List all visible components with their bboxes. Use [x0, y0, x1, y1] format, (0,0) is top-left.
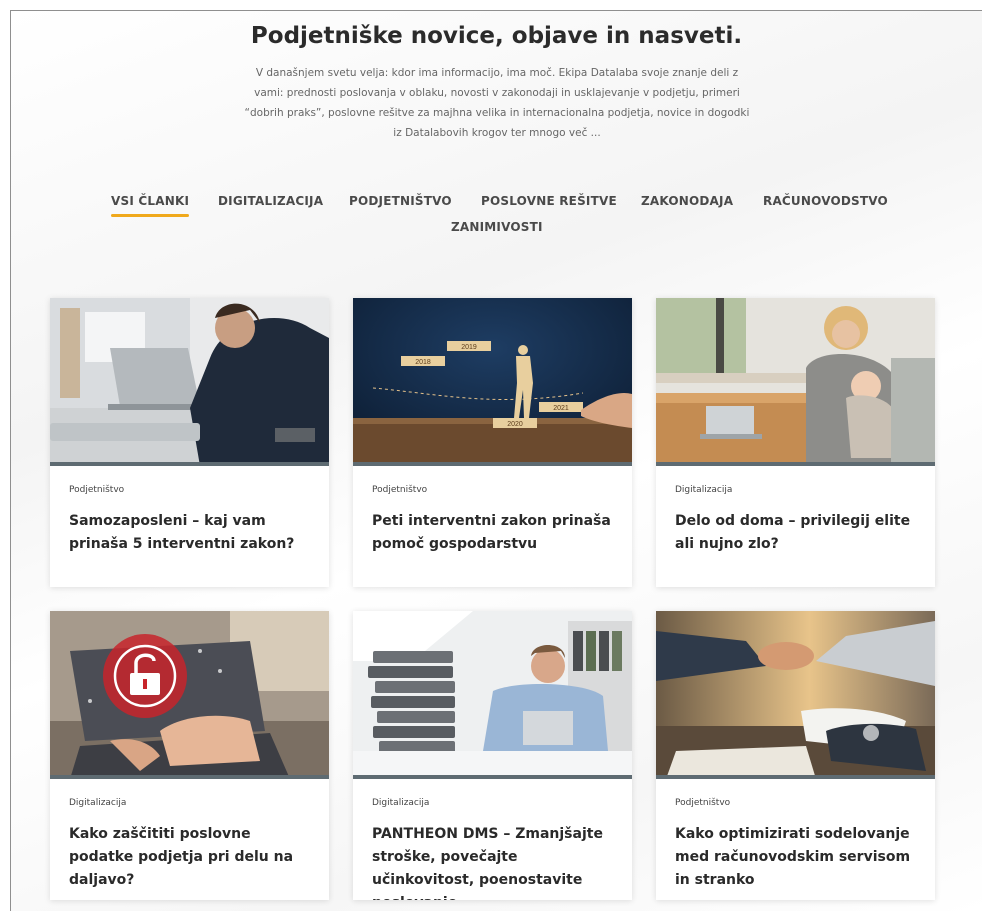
article-card[interactable]: 2018 2019 2020 2021 Podjetništvo Peti in… [353, 298, 632, 587]
article-title[interactable]: Delo od doma – privilegij elite ali nujn… [675, 510, 923, 556]
article-category: Podjetništvo [372, 485, 428, 495]
article-card[interactable]: Podjetništvo Kako optimizirati sodelovan… [656, 611, 935, 900]
article-image-handshake[interactable] [656, 611, 935, 779]
article-category: Digitalizacija [372, 798, 430, 808]
article-category: Podjetništvo [675, 798, 731, 808]
article-category: Digitalizacija [69, 798, 127, 808]
article-title[interactable]: PANTHEON DMS – Zmanjšajte stroške, poveč… [372, 823, 620, 900]
article-title[interactable]: Kako zaščititi poslovne podatke podjetja… [69, 823, 317, 892]
article-card[interactable]: Digitalizacija Delo od doma – privilegij… [656, 298, 935, 587]
tab-zanimivosti[interactable]: ZANIMIVOSTI [451, 220, 543, 234]
article-image-home-office[interactable] [656, 298, 935, 466]
tab-vsi-clanki[interactable]: VSI ČLANKI [111, 194, 190, 217]
article-title[interactable]: Peti interventni zakon prinaša pomoč gos… [372, 510, 620, 556]
step-label-2021: 2021 [553, 405, 569, 412]
step-label-2020: 2020 [507, 421, 523, 428]
step-label-2019: 2019 [461, 344, 477, 351]
tab-digitalizacija[interactable]: DIGITALIZACIJA [218, 194, 323, 208]
page-frame: Podjetniške novice, objave in nasveti. V… [10, 10, 982, 911]
article-image-binders[interactable] [353, 611, 632, 779]
tab-zakonodaja[interactable]: ZAKONODAJA [641, 194, 733, 208]
article-card[interactable]: Digitalizacija PANTHEON DMS – Zmanjšajte… [353, 611, 632, 900]
article-image-security[interactable] [50, 611, 329, 779]
article-card[interactable]: Digitalizacija Kako zaščititi poslovne p… [50, 611, 329, 900]
article-category: Digitalizacija [675, 485, 733, 495]
article-card[interactable]: Podjetništvo Samozaposleni – kaj vam pri… [50, 298, 329, 587]
article-title[interactable]: Samozaposleni – kaj vam prinaša 5 interv… [69, 510, 317, 556]
article-image-steps[interactable]: 2018 2019 2020 2021 [353, 298, 632, 466]
article-image-businessman[interactable] [50, 298, 329, 466]
page-title: Podjetniške novice, objave in nasveti. [250, 23, 743, 49]
tab-poslovne-resitve[interactable]: POSLOVNE REŠITVE [481, 194, 617, 208]
intro-text: V današnjem svetu velja: kdor ima inform… [244, 67, 750, 139]
step-label-2018: 2018 [415, 359, 431, 366]
tab-racunovodstvo[interactable]: RAČUNOVODSTVO [763, 194, 888, 208]
article-title[interactable]: Kako optimizirati sodelovanje med računo… [675, 823, 923, 892]
article-category: Podjetništvo [69, 485, 125, 495]
tab-podjetnistvo[interactable]: PODJETNIŠTVO [349, 194, 452, 208]
